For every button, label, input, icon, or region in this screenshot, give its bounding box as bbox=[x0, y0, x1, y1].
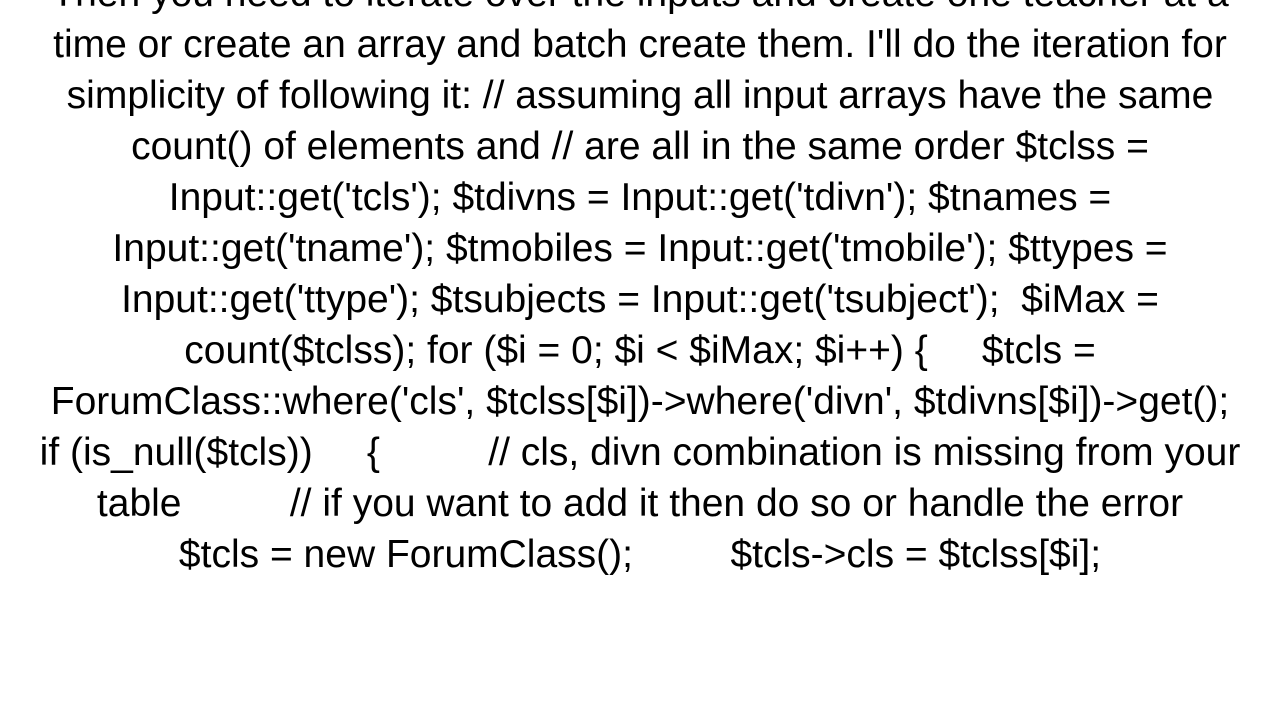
body-text: Then you need to iterate over the inputs… bbox=[30, 0, 1250, 580]
document-body: Then you need to iterate over the inputs… bbox=[0, 0, 1280, 688]
